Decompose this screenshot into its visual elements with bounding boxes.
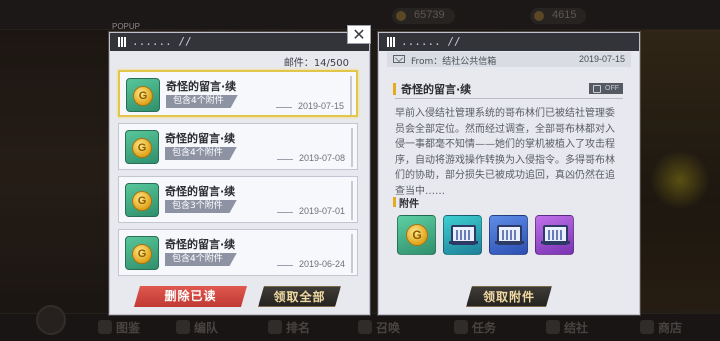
gold-coin-icon: G: [133, 86, 153, 106]
mail-list: G 奇怪的留言·续 包含4个附件 2019-07-15 G 奇怪的留言·续 包含…: [118, 70, 358, 282]
mail-attachment-icon: G: [126, 78, 160, 112]
panel-header: ...... //: [110, 33, 369, 51]
mail-title: 奇怪的留言·续: [165, 238, 236, 251]
data-chip-icon: [495, 225, 524, 245]
popup-tag: POPUP: [112, 22, 141, 31]
attachment-count-badge: 包含4个附件: [166, 95, 238, 108]
sender: From：结社公共信箱: [411, 57, 497, 67]
mail-item[interactable]: G 奇怪的留言·续 包含3个附件 2019-07-01: [118, 176, 358, 223]
attachment-list: G: [397, 215, 574, 255]
panel-header: ...... //: [379, 33, 639, 51]
lock-toggle[interactable]: OFF: [589, 83, 623, 94]
barcode-icon: [118, 37, 126, 47]
claim-attachment-button[interactable]: 领取附件: [466, 286, 552, 307]
mail-detail-panel: ...... // From：结社公共信箱 2019-07-15 奇怪的留言·续…: [378, 32, 640, 315]
divider: [395, 98, 623, 99]
mail-date: 2019-06-24: [276, 259, 345, 269]
mail-date: 2019-07-01: [276, 206, 345, 216]
mail-title: 奇怪的留言·续: [165, 132, 236, 145]
envelope-icon: [393, 55, 405, 63]
attachment-count-badge: 包含4个附件: [165, 147, 237, 160]
panel-header-path: ...... //: [132, 35, 192, 48]
mail-detail-date: 2019-07-15: [578, 54, 625, 64]
mail-attachment-icon: G: [125, 130, 159, 164]
mail-attachment-icon: G: [125, 236, 159, 270]
data-chip-icon: [449, 225, 478, 245]
attachments-accent-bar: [393, 197, 396, 207]
mail-title: 奇怪的留言·续: [165, 185, 236, 198]
attachment-item[interactable]: [489, 215, 528, 255]
claim-all-button[interactable]: 领取全部: [258, 286, 341, 307]
gold-coin-icon: G: [406, 224, 428, 246]
mail-attachment-icon: G: [125, 183, 159, 217]
mail-title: 奇怪的留言·续: [166, 80, 237, 93]
mail-list-panel: ...... // 邮件：14/500 G 奇怪的留言·续 包含4个附件 201…: [109, 32, 370, 315]
close-button[interactable]: ✕: [347, 25, 371, 44]
title-accent-bar: [393, 83, 396, 95]
attachment-item[interactable]: [443, 215, 482, 255]
attachment-item[interactable]: [535, 215, 574, 255]
gold-coin-icon: G: [132, 191, 152, 211]
mail-item[interactable]: G 奇怪的留言·续 包含4个附件 2019-07-15: [118, 70, 358, 117]
attachments-heading: 附件: [399, 199, 419, 210]
barcode-icon: [387, 37, 395, 47]
data-chip-icon: [541, 225, 570, 245]
mail-item[interactable]: G 奇怪的留言·续 包含4个附件 2019-07-08: [118, 123, 358, 170]
mail-date: 2019-07-15: [275, 101, 344, 111]
panel-header-path: ...... //: [401, 35, 461, 48]
mail-date: 2019-07-08: [276, 153, 345, 163]
attachment-count-badge: 包含4个附件: [165, 253, 237, 266]
attachment-item[interactable]: G: [397, 215, 436, 255]
delete-read-button[interactable]: 删除已读: [134, 286, 247, 307]
gold-coin-icon: G: [132, 138, 152, 158]
mail-count: 邮件：14/500: [283, 58, 349, 69]
mail-item[interactable]: G 奇怪的留言·续 包含4个附件 2019-06-24: [118, 229, 358, 276]
mail-body-text: 早前入侵结社管理系统的哥布林们已被结社管理委员会全部定位。然而经过调查，全部哥布…: [395, 108, 615, 197]
mail-detail-title: 奇怪的留言·续: [401, 83, 472, 96]
sender-bar: From：结社公共信箱 2019-07-15: [387, 52, 631, 67]
attachment-count-badge: 包含3个附件: [165, 200, 237, 213]
gold-coin-icon: G: [132, 244, 152, 264]
